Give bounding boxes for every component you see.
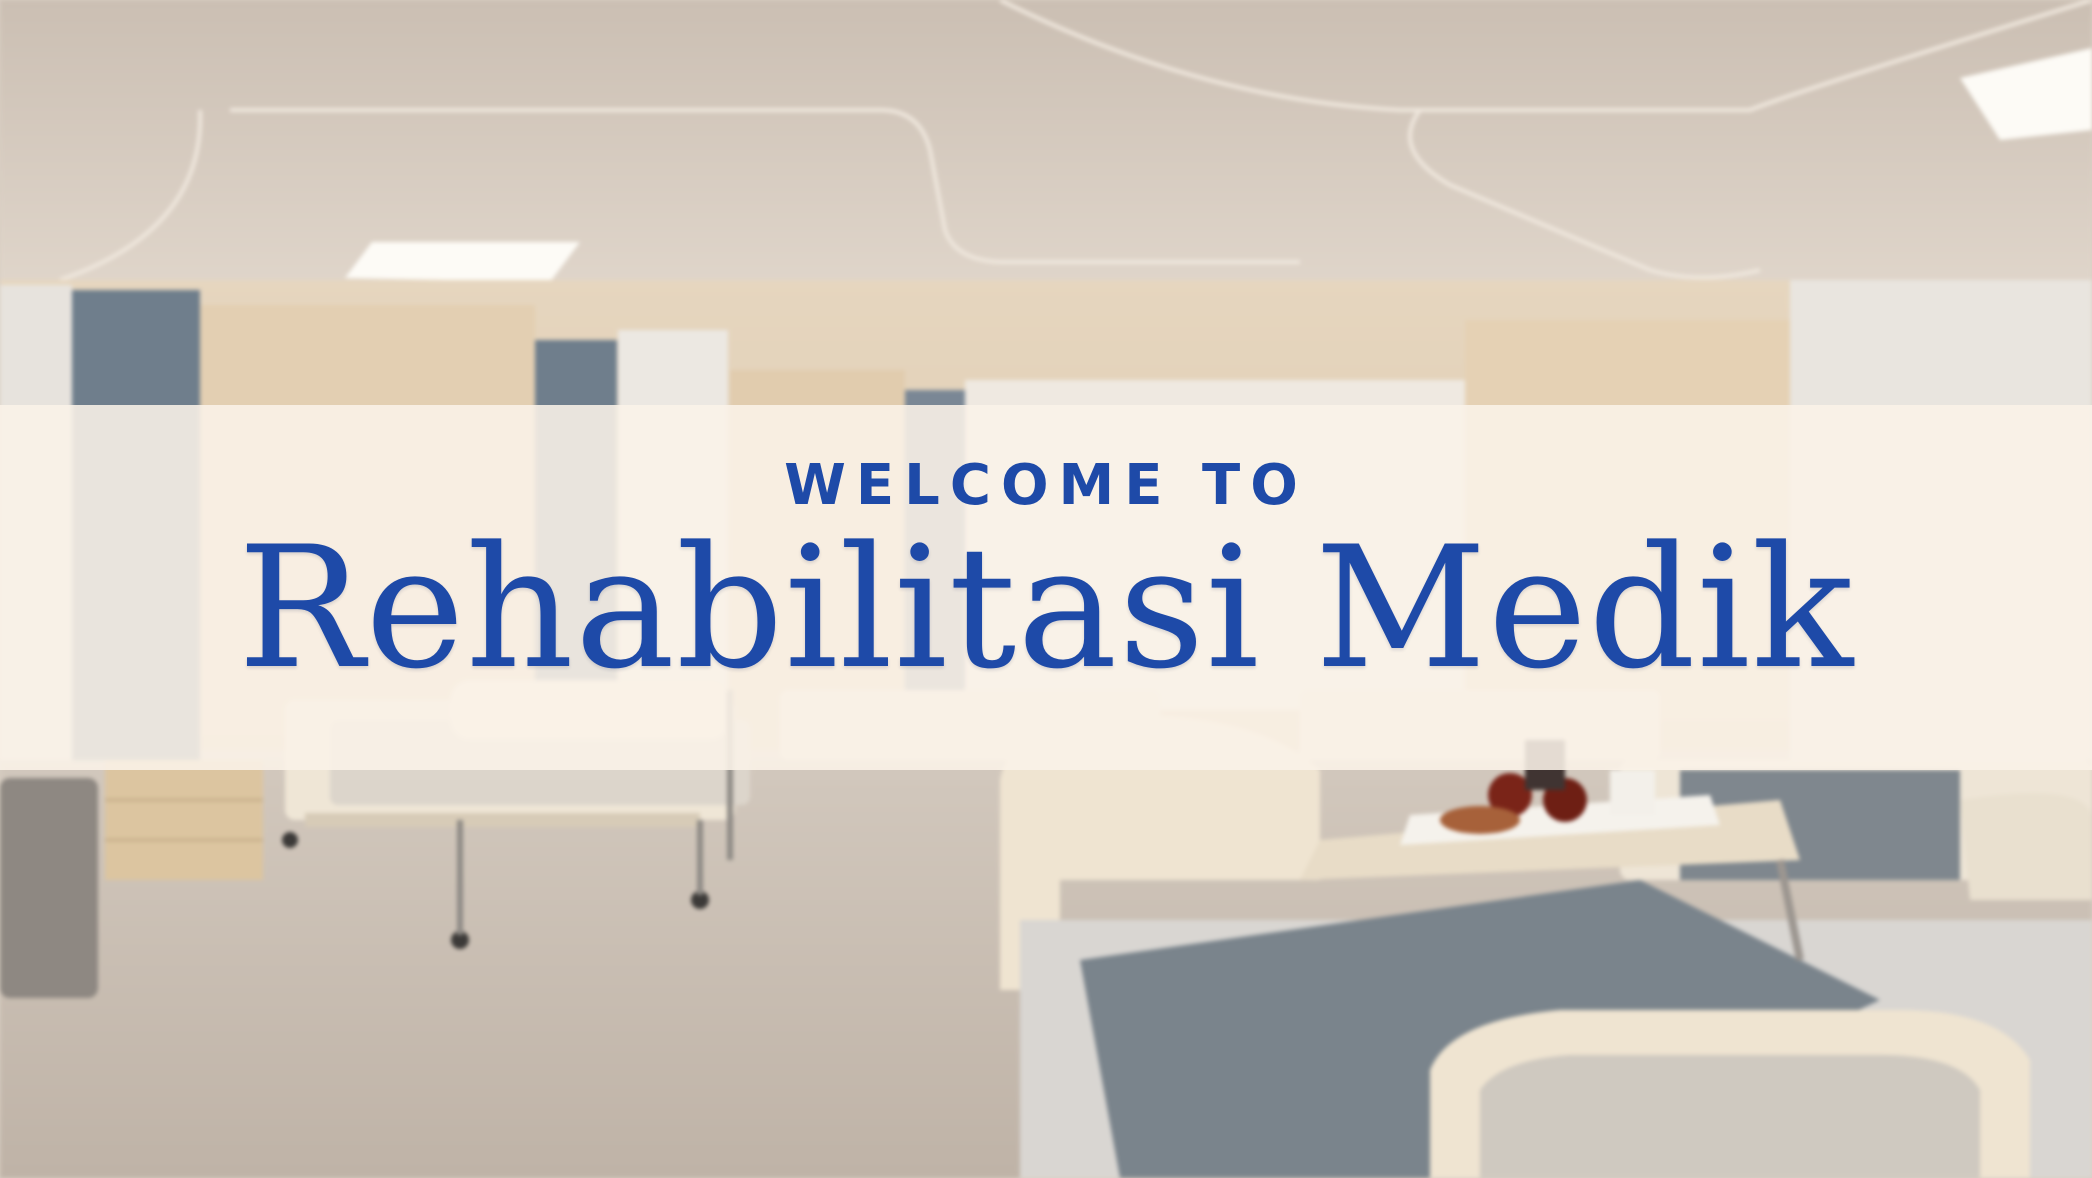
- sofa: [0, 778, 98, 998]
- cup: [1610, 770, 1655, 815]
- bread: [1440, 806, 1520, 834]
- welcome-slide: WELCOME TO Rehabilitasi Medik: [0, 0, 2092, 1178]
- ceiling: [0, 0, 2092, 320]
- nightstand: [105, 760, 263, 880]
- page-title: Rehabilitasi Medik: [237, 510, 1855, 706]
- ceiling-light: [345, 242, 580, 282]
- welcome-label: WELCOME TO: [784, 453, 1308, 518]
